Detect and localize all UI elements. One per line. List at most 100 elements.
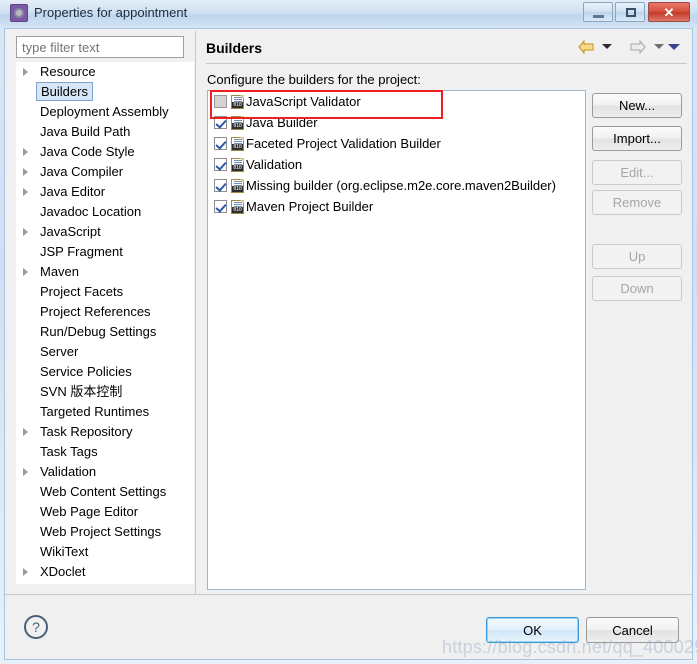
expand-arrow-icon[interactable] bbox=[23, 148, 28, 156]
tree-item-label: WikiText bbox=[40, 544, 89, 559]
tree-item-java-build-path[interactable]: Java Build Path bbox=[16, 122, 194, 142]
builder-icon: 010 bbox=[231, 200, 244, 214]
help-icon[interactable]: ? bbox=[24, 615, 48, 639]
tree-item-project-references[interactable]: Project References bbox=[16, 302, 194, 322]
filter-input[interactable] bbox=[16, 36, 184, 58]
tree-item-label: SVN 版本控制 bbox=[40, 384, 123, 399]
tree-item-label: Builders bbox=[36, 82, 93, 101]
builder-label: Java Builder bbox=[246, 115, 318, 130]
builder-checkbox[interactable] bbox=[214, 158, 227, 171]
builder-row[interactable]: 010 Maven Project Builder bbox=[208, 196, 585, 217]
forward-arrow-icon bbox=[630, 40, 646, 54]
builder-label: JavaScript Validator bbox=[246, 94, 361, 109]
tree-item-label: XDoclet bbox=[40, 564, 86, 579]
import-button[interactable]: Import... bbox=[592, 126, 682, 151]
title-bar: Properties for appointment ✕ bbox=[0, 0, 697, 28]
builder-icon-badge: 010 bbox=[232, 207, 243, 213]
forward-menu-chevron-down-icon[interactable] bbox=[654, 44, 664, 49]
settings-tree[interactable]: Resource Builders Deployment Assembly Ja… bbox=[16, 62, 194, 584]
builder-icon: 010 bbox=[231, 137, 244, 151]
builder-row[interactable]: 010 JavaScript Validator bbox=[208, 91, 585, 112]
tree-item-label: Java Compiler bbox=[40, 164, 124, 179]
properties-gear-icon bbox=[10, 4, 28, 22]
builder-row[interactable]: 010 Validation bbox=[208, 154, 585, 175]
properties-dialog: Properties for appointment ✕ Resource Bu… bbox=[0, 0, 697, 664]
tree-item-svn[interactable]: SVN 版本控制 bbox=[16, 382, 194, 402]
builders-list[interactable]: 010 JavaScript Validator 010 Java Builde… bbox=[207, 90, 586, 590]
builder-row[interactable]: 010 Missing builder (org.eclipse.m2e.cor… bbox=[208, 175, 585, 196]
tree-item-label: Validation bbox=[40, 464, 97, 479]
new-button[interactable]: New... bbox=[592, 93, 682, 118]
tree-item-label: Deployment Assembly bbox=[40, 104, 169, 119]
gear-glyph bbox=[14, 8, 24, 18]
tree-item-wikitext[interactable]: WikiText bbox=[16, 542, 194, 562]
tree-item-java-compiler[interactable]: Java Compiler bbox=[16, 162, 194, 182]
tree-item-task-repository[interactable]: Task Repository bbox=[16, 422, 194, 442]
expand-arrow-icon[interactable] bbox=[23, 268, 28, 276]
builder-icon-lines bbox=[234, 181, 242, 182]
expand-arrow-icon[interactable] bbox=[23, 168, 28, 176]
back-arrow-icon[interactable] bbox=[578, 40, 594, 54]
builder-checkbox[interactable] bbox=[214, 179, 227, 192]
tree-item-web-page-editor[interactable]: Web Page Editor bbox=[16, 502, 194, 522]
back-menu-chevron-down-icon[interactable] bbox=[602, 44, 612, 49]
builder-icon-badge: 010 bbox=[232, 186, 243, 192]
view-menu-chevron-down-icon[interactable] bbox=[668, 44, 680, 50]
builder-icon-lines bbox=[234, 139, 242, 140]
builder-icon: 010 bbox=[231, 95, 244, 109]
tree-item-validation[interactable]: Validation bbox=[16, 462, 194, 482]
builder-checkbox[interactable] bbox=[214, 137, 227, 150]
tree-item-resource[interactable]: Resource bbox=[16, 62, 194, 82]
builder-icon-lines bbox=[234, 202, 242, 203]
remove-button: Remove bbox=[592, 190, 682, 215]
tree-item-builders[interactable]: Builders bbox=[16, 82, 194, 102]
builder-icon-badge: 010 bbox=[232, 165, 243, 171]
close-icon: ✕ bbox=[663, 4, 675, 20]
tree-item-task-tags[interactable]: Task Tags bbox=[16, 442, 194, 462]
builder-icon: 010 bbox=[231, 116, 244, 130]
builder-row[interactable]: 010 Java Builder bbox=[208, 112, 585, 133]
tree-item-maven[interactable]: Maven bbox=[16, 262, 194, 282]
expand-arrow-icon[interactable] bbox=[23, 428, 28, 436]
tree-item-label: JavaScript bbox=[40, 224, 101, 239]
expand-arrow-icon[interactable] bbox=[23, 468, 28, 476]
tree-item-web-content-settings[interactable]: Web Content Settings bbox=[16, 482, 194, 502]
tree-item-run-debug-settings[interactable]: Run/Debug Settings bbox=[16, 322, 194, 342]
builder-checkbox[interactable] bbox=[214, 95, 227, 108]
builder-checkbox[interactable] bbox=[214, 200, 227, 213]
tree-item-jsp-fragment[interactable]: JSP Fragment bbox=[16, 242, 194, 262]
maximize-button[interactable] bbox=[615, 2, 645, 22]
expand-arrow-icon[interactable] bbox=[23, 68, 28, 76]
tree-item-javadoc-location[interactable]: Javadoc Location bbox=[16, 202, 194, 222]
tree-item-java-editor[interactable]: Java Editor bbox=[16, 182, 194, 202]
tree-item-xdoclet[interactable]: XDoclet bbox=[16, 562, 194, 582]
tree-item-label: Web Project Settings bbox=[40, 524, 162, 539]
builder-label: Validation bbox=[246, 157, 303, 172]
tree-item-service-policies[interactable]: Service Policies bbox=[16, 362, 194, 382]
down-button: Down bbox=[592, 276, 682, 301]
tree-item-server[interactable]: Server bbox=[16, 342, 194, 362]
expand-arrow-icon[interactable] bbox=[23, 568, 28, 576]
builder-icon-lines bbox=[234, 118, 242, 119]
tree-item-deployment-assembly[interactable]: Deployment Assembly bbox=[16, 102, 194, 122]
close-button[interactable]: ✕ bbox=[648, 2, 690, 22]
footer-divider bbox=[5, 594, 692, 595]
builder-checkbox[interactable] bbox=[214, 116, 227, 129]
tree-item-java-code-style[interactable]: Java Code Style bbox=[16, 142, 194, 162]
tree-item-label: Javadoc Location bbox=[40, 204, 142, 219]
expand-arrow-icon[interactable] bbox=[23, 228, 28, 236]
header-divider bbox=[206, 63, 687, 64]
tree-item-label: Run/Debug Settings bbox=[40, 324, 157, 339]
builder-row[interactable]: 010 Faceted Project Validation Builder bbox=[208, 133, 585, 154]
expand-arrow-icon[interactable] bbox=[23, 188, 28, 196]
builder-icon-lines bbox=[234, 97, 242, 98]
watermark: https://blog.csdn.net/qq_40002904 bbox=[442, 637, 697, 657]
tree-item-javascript[interactable]: JavaScript bbox=[16, 222, 194, 242]
tree-item-label: Java Build Path bbox=[40, 124, 131, 139]
minimize-button[interactable] bbox=[583, 2, 613, 22]
up-button: Up bbox=[592, 244, 682, 269]
tree-item-web-project-settings[interactable]: Web Project Settings bbox=[16, 522, 194, 542]
page-description: Configure the builders for the project: bbox=[207, 72, 421, 87]
tree-item-targeted-runtimes[interactable]: Targeted Runtimes bbox=[16, 402, 194, 422]
tree-item-project-facets[interactable]: Project Facets bbox=[16, 282, 194, 302]
